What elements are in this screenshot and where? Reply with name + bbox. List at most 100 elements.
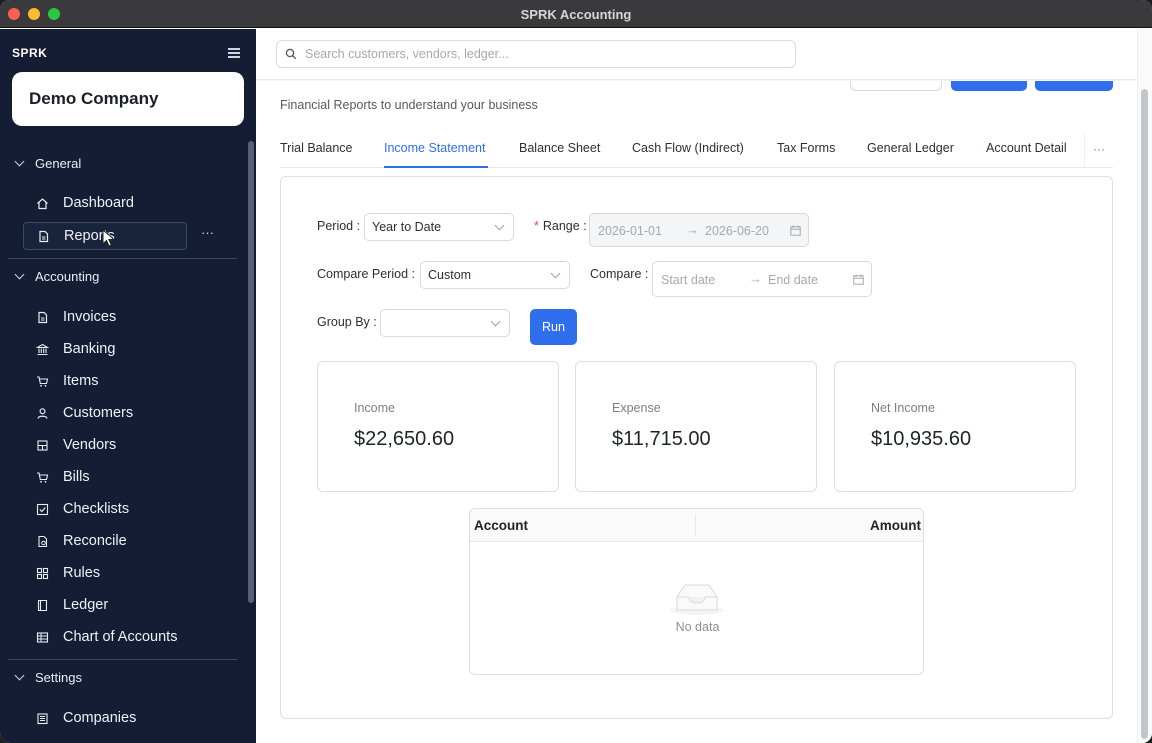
tab-trial-balance[interactable]: Trial Balance — [280, 141, 353, 155]
sidebar-item-rules[interactable]: Rules — [36, 561, 100, 585]
column-header-account[interactable]: Account — [474, 518, 528, 533]
section-settings[interactable]: Settings — [14, 667, 82, 687]
reconcile-icon — [36, 535, 49, 548]
net-income-label: Net Income — [871, 401, 935, 415]
sidebar-item-label: Bills — [63, 469, 90, 485]
tab-general-ledger[interactable]: General Ledger — [867, 141, 954, 155]
sidebar-item-items[interactable]: Items — [36, 369, 98, 393]
net-income-card: Net Income $10,935.60 — [834, 361, 1076, 492]
range-date-picker[interactable]: 2026-01-01 → 2026-06-20 — [589, 213, 809, 247]
header-primary-split-button[interactable] — [1035, 81, 1113, 91]
sidebar-item-chart-of-accounts[interactable]: Chart of Accounts — [36, 625, 177, 649]
tab-balance-sheet[interactable]: Balance Sheet — [519, 141, 600, 155]
bank-icon — [36, 343, 49, 356]
column-separator — [695, 515, 696, 536]
expense-value: $11,715.00 — [612, 428, 711, 450]
divider — [8, 659, 237, 660]
compare-end-date[interactable]: End date — [768, 273, 818, 287]
user-icon — [36, 407, 49, 420]
tab-cash-flow[interactable]: Cash Flow (Indirect) — [632, 141, 744, 155]
sidebar-item-vendors[interactable]: Vendors — [36, 433, 116, 457]
document-icon — [37, 230, 50, 243]
document-icon — [36, 311, 49, 324]
more-tabs-button[interactable]: ··· — [1084, 133, 1113, 167]
table-icon — [36, 631, 49, 644]
sidebar-item-label: Vendors — [63, 437, 117, 453]
sidebar-item-bills[interactable]: Bills — [36, 465, 90, 489]
collapse-menu-icon[interactable] — [228, 48, 240, 58]
chevron-down-icon — [14, 670, 25, 680]
divider — [8, 258, 237, 259]
sidebar-item-label: Dashboard — [63, 195, 134, 211]
report-panel: Period : Year to Date * Range : 2026-01-0… — [280, 176, 1113, 719]
run-button[interactable]: Run — [530, 309, 577, 345]
group-by-select[interactable] — [380, 309, 510, 337]
section-accounting[interactable]: Accounting — [14, 266, 99, 286]
income-card: Income $22,650.60 — [317, 361, 559, 492]
sidebar-item-label: Checklists — [63, 501, 130, 517]
sidebar: SPRK Demo Company General Dashboard Repo… — [0, 29, 256, 743]
search-input[interactable] — [305, 47, 785, 61]
expense-label: Expense — [612, 401, 661, 415]
main-scrollbar-thumb[interactable] — [1141, 89, 1148, 739]
reports-content: Financial Reports to understand your bus… — [256, 81, 1137, 743]
report-table: Account Amount No data — [469, 508, 924, 675]
company-switcher[interactable]: Demo Company — [12, 72, 244, 126]
section-general[interactable]: General — [14, 153, 82, 173]
tab-tax-forms[interactable]: Tax Forms — [777, 141, 835, 155]
compare-start-date[interactable]: Start date — [661, 273, 715, 287]
search-icon — [285, 48, 297, 60]
group-by-label: Group By : — [317, 315, 377, 329]
sidebar-item-customers[interactable]: Customers — [36, 401, 133, 425]
chevron-down-icon — [490, 316, 501, 327]
checkbox-icon — [36, 503, 49, 516]
top-bar — [256, 29, 1137, 80]
sidebar-item-reconcile[interactable]: Reconcile — [36, 529, 127, 553]
sidebar-item-companies[interactable]: Companies — [36, 706, 136, 730]
tab-account-detail[interactable]: Account Detail — [986, 141, 1067, 155]
active-tab-indicator — [384, 166, 488, 168]
range-end-date: 2026-06-20 — [705, 224, 769, 238]
header-primary-button[interactable] — [951, 81, 1027, 91]
header-outline-button[interactable] — [850, 81, 942, 91]
home-icon — [36, 197, 49, 210]
section-label: Settings — [35, 669, 82, 685]
sidebar-item-label: Items — [63, 373, 99, 389]
range-label: * Range : — [534, 219, 587, 233]
chevron-down-icon — [550, 268, 561, 279]
income-value: $22,650.60 — [354, 428, 455, 450]
sidebar-item-dashboard[interactable]: Dashboard — [36, 191, 134, 215]
sidebar-scrollbar[interactable] — [248, 141, 254, 603]
sidebar-item-banking[interactable]: Banking — [36, 337, 115, 361]
section-label: General — [35, 155, 82, 171]
app-window: SPRK Accounting SPRK Demo Company Genera… — [0, 0, 1152, 743]
period-label: Period : — [317, 219, 361, 233]
sidebar-item-checklists[interactable]: Checklists — [36, 497, 129, 521]
compare-period-value: Custom — [428, 268, 472, 282]
sidebar-item-label: Invoices — [63, 309, 117, 325]
sidebar-item-label: Rules — [63, 565, 101, 581]
sidebar-item-ledger[interactable]: Ledger — [36, 593, 108, 617]
arrow-right-icon: → — [686, 222, 699, 237]
book-icon — [36, 599, 49, 612]
expense-card: Expense $11,715.00 — [575, 361, 817, 492]
sidebar-item-label: Chart of Accounts — [63, 629, 178, 645]
chevron-down-icon — [14, 156, 25, 166]
page-subtitle: Financial Reports to understand your bus… — [280, 98, 538, 112]
compare-period-select[interactable]: Custom — [420, 261, 570, 289]
search-box[interactable] — [276, 40, 796, 68]
main-area: Financial Reports to understand your bus… — [256, 29, 1152, 743]
period-select[interactable]: Year to Date — [364, 213, 514, 241]
mouse-cursor-icon — [102, 229, 116, 247]
company-name: Demo Company — [29, 89, 159, 108]
column-header-amount[interactable]: Amount — [870, 518, 921, 533]
more-options-button[interactable]: ··· — [201, 225, 214, 240]
tab-income-statement[interactable]: Income Statement — [384, 141, 485, 155]
calendar-icon — [853, 274, 864, 285]
brand-label: SPRK — [12, 46, 48, 60]
sidebar-item-label: Reconcile — [63, 533, 127, 549]
compare-label: Compare : — [590, 267, 649, 281]
sidebar-item-invoices[interactable]: Invoices — [36, 305, 116, 329]
compare-date-picker[interactable]: Start date → End date — [652, 261, 872, 297]
building-icon — [36, 712, 49, 725]
